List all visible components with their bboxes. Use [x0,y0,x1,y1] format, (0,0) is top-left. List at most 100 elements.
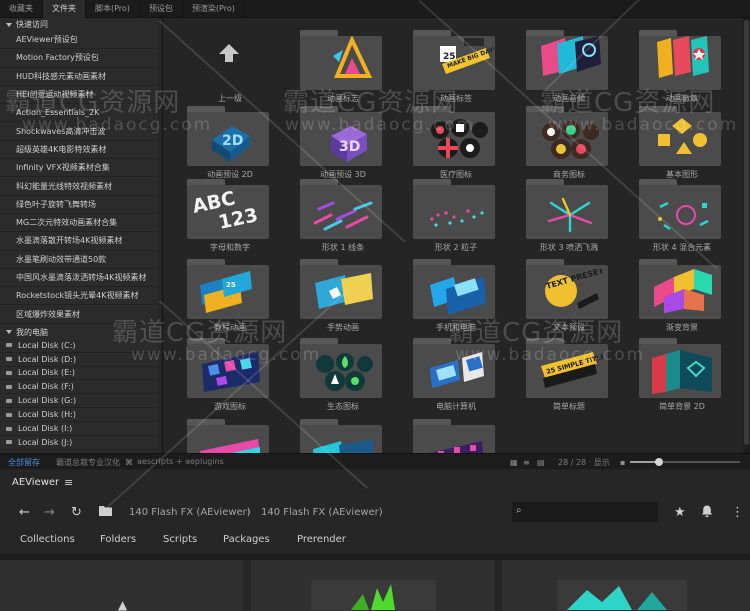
quick-access-item[interactable]: AEViewer预设包 [0,31,162,50]
folder-item[interactable] [287,417,399,453]
search-input[interactable] [528,504,654,520]
folder-item[interactable]: 医疗图标 [400,104,512,184]
quick-access-item[interactable]: HEI创意运动视频素材 [0,86,162,105]
folder-item[interactable]: TEXT PRESETS 文本预设 [513,257,625,337]
folder-item[interactable]: 基本图形 [626,104,738,184]
folder-item[interactable]: 游戏图标 [174,336,286,416]
sidebar-scrollbar[interactable] [158,18,162,453]
folder-item[interactable]: 手机和电脑 [400,257,512,337]
local-disk-item[interactable]: Local Disk (D:) [0,353,162,367]
folder-item[interactable]: 25 SIMPLE TITLES 简单标题 [513,336,625,416]
more-options-icon[interactable]: ⋮ [731,505,744,520]
grid-scrollbar[interactable] [743,18,750,453]
folder-item[interactable]: 生态图标 [287,336,399,416]
folder-item[interactable]: 手势动画 [287,257,399,337]
folder-item[interactable]: 25 MAKE BIG DAYS 动画标签 [400,28,512,108]
breadcrumb-segment[interactable]: 140 Flash FX (AEviewer) [129,507,251,518]
folder-item[interactable]: 2D 动画预设 2D [174,104,286,184]
my-computer-header[interactable]: 我的电脑 [0,325,162,339]
tab-packages[interactable]: Packages [223,534,270,545]
folder-item[interactable]: 渐变背景 [626,257,738,337]
folder-item[interactable]: 3D 动画预设 3D [287,104,399,184]
breadcrumb-segment[interactable]: 140 Flash FX (AEviewer) [261,507,383,518]
refresh-icon[interactable]: ↻ [71,505,82,520]
local-disk-item[interactable]: Local Disk (E:) [0,367,162,381]
star-icon[interactable]: ★ [674,505,686,520]
preview-card[interactable]: ▲ [0,560,243,611]
local-disk-item[interactable]: Local Disk (G:) [0,394,162,409]
tab-prerender-pro[interactable]: 预渲染(Pro) [183,0,245,18]
folder-item[interactable]: 形状 3 喷洒飞溅 [513,177,625,257]
folder-item[interactable]: 形状 1 线条 [287,177,399,257]
back-arrow-icon[interactable]: ← [19,505,30,520]
quick-access-item[interactable]: 中国风水墨滴落泼洒转场4K视频素材 [0,269,162,288]
quick-access-item[interactable]: Motion Factory预设包 [0,49,162,68]
folder-icon[interactable] [99,505,112,520]
folder-item[interactable]: 简单背景 2D [626,336,738,416]
local-disk-item[interactable]: Local Disk (J:) [0,436,162,450]
preset-thumbnail-art [424,269,490,319]
quick-access-item[interactable]: Shockwaves高清冲击波 [0,122,162,141]
viewer-title: AEViewer [12,477,60,488]
quick-access-item[interactable]: 水墨笔刷动效带通道50款 [0,251,162,269]
quick-access-header[interactable]: 快速访问 [0,18,162,31]
folder-item[interactable] [174,417,286,453]
tab-scripts[interactable]: Scripts [163,534,197,545]
quick-access-item[interactable]: Infinity VFX视频素材合集 [0,159,162,178]
folder-item[interactable]: 形状 4 混合元素 [626,177,738,257]
parent-folder-item[interactable]: 上一级 [174,28,286,108]
quick-access-item[interactable]: 水墨滴落散开转场4K视频素材 [0,232,162,251]
quick-access-title: 快速访问 [16,20,48,29]
folder-label: 形状 3 喷洒飞溅 [539,243,599,252]
preset-thumbnail-art [539,34,603,84]
item-count: 28 / 28 · 显示 [558,458,610,467]
local-disk-item[interactable]: Local Disk (F:) [0,380,162,395]
quick-access-item[interactable]: Action_Essentials_2K [0,104,162,123]
tab-favorites[interactable]: 收藏夹 [0,0,43,18]
folder-label: 动画徽章 [666,94,698,103]
grid-scrollbar-thumb[interactable] [744,20,749,445]
quick-access-item[interactable]: 超级英雄4K电影特效素材 [0,141,162,160]
slider-knob[interactable] [654,458,663,466]
thumbnail-size-slider[interactable] [630,458,740,466]
quick-access-item[interactable]: 区域爆炸效果素材 [0,305,162,324]
folder-item[interactable]: 25 教程动画 [174,257,286,337]
tab-presets[interactable]: 预设包 [140,0,183,18]
folder-label: 简单背景 2D [659,402,705,411]
disk-icon [6,426,12,431]
tab-scripts-pro[interactable]: 脚本(Pro) [86,0,140,18]
detail-view-icon[interactable]: ▤ [537,458,545,467]
tab-prerender[interactable]: Prerender [297,534,346,545]
tab-folders[interactable]: 文件夹 [43,0,86,18]
forward-arrow-icon[interactable]: → [44,505,55,520]
quick-access-item[interactable]: MG二次元特效动画素材合集 [0,214,162,233]
folder-item[interactable]: 动画音频 [513,28,625,108]
select-all-link[interactable]: 全部留存 [8,457,40,468]
preview-card[interactable] [502,560,750,611]
tab-folders-viewer[interactable]: Folders [100,534,136,545]
local-disk-item[interactable]: Local Disk (H:) [0,408,162,423]
folder-item[interactable]: 动画徽章 [626,28,738,108]
folder-label: 手机和电脑 [436,323,476,332]
folder-label: 生态图标 [327,402,359,411]
bell-icon[interactable] [701,505,713,522]
quick-access-item[interactable]: 科幻能量光线特效视频素材 [0,177,162,196]
local-disk-item[interactable]: Local Disk (I:) [0,422,162,436]
hamburger-menu-icon[interactable]: ≡ [64,476,73,489]
tab-collections[interactable]: Collections [20,534,75,545]
quick-access-item[interactable]: Rocketstock镜头光晕4K视频素材 [0,287,162,306]
local-disk-item[interactable]: Local Disk (C:) [0,339,162,353]
quick-access-item[interactable]: 绿色叶子旋转飞舞转场 [0,196,162,214]
folder-item[interactable]: 电脑计算机 [400,336,512,416]
list-view-icon[interactable]: ≡ [523,458,530,467]
folder-item[interactable] [400,417,512,453]
preset-thumbnail-art [650,195,716,239]
folder-item[interactable]: 动画标志 [287,28,399,108]
quick-access-item[interactable]: HUD科技感元素动画素材 [0,68,162,86]
folder-item[interactable]: 商务图标 [513,104,625,184]
disk-icon [6,384,12,389]
preview-card[interactable] [251,560,494,611]
folder-item[interactable]: ABC 123 字母和数字 [174,177,286,257]
grid-view-icon[interactable]: ▦ [510,458,518,467]
folder-item[interactable]: 形状 2 粒子 [400,177,512,257]
